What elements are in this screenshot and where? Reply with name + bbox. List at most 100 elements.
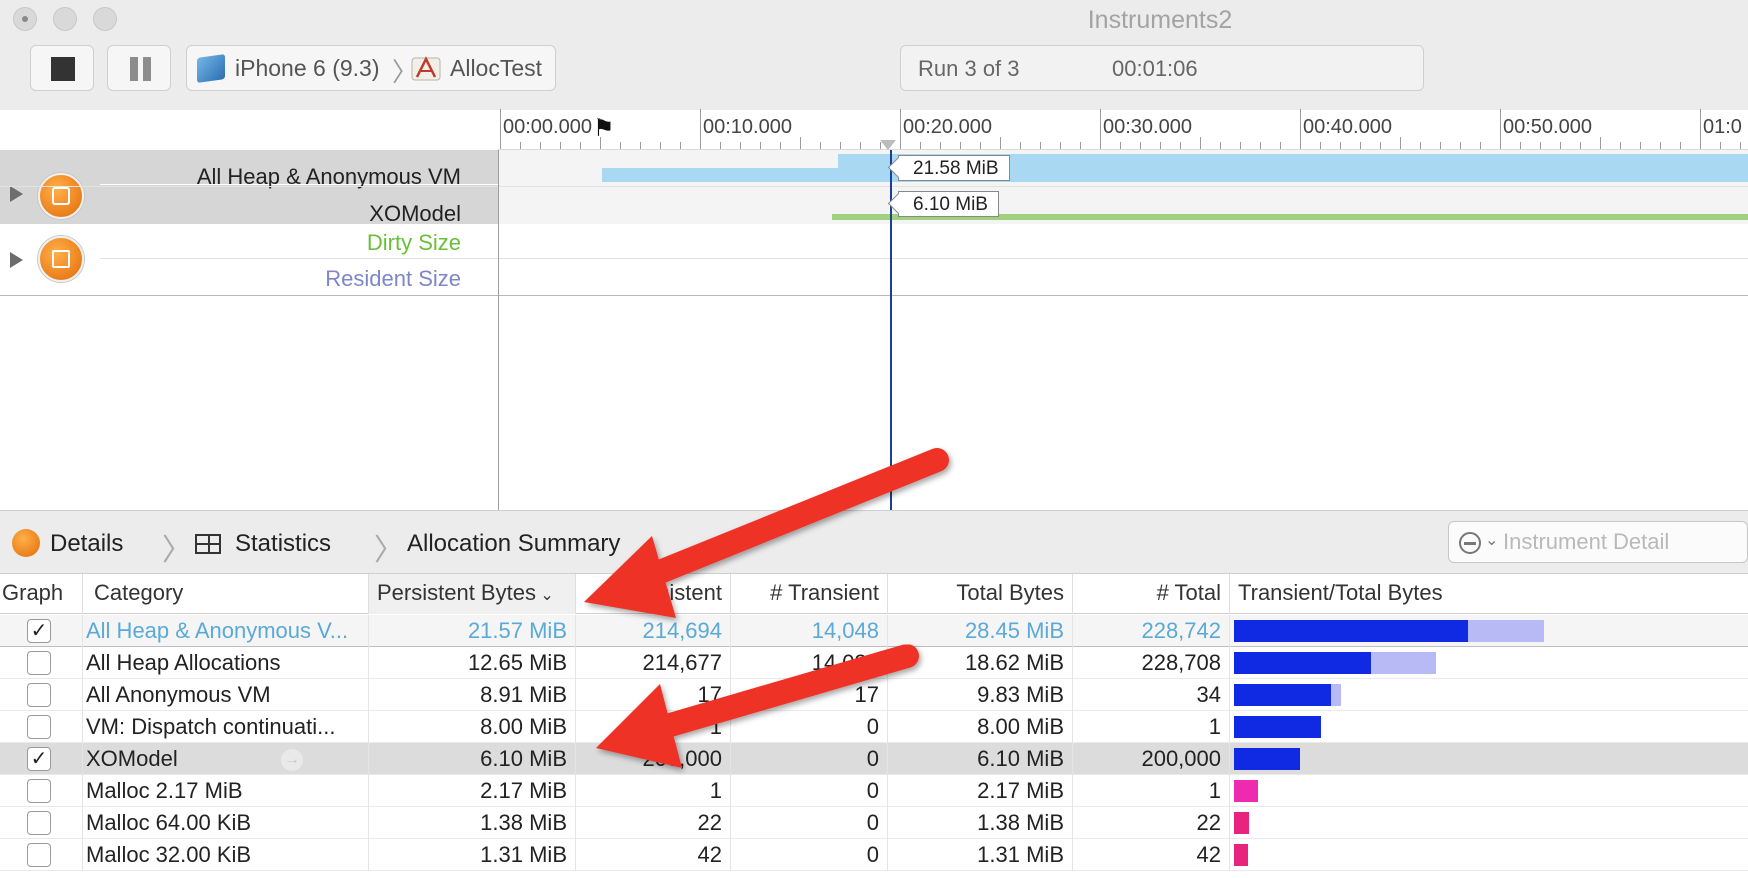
chevron-down-icon[interactable]: ⌄	[1485, 530, 1498, 550]
column-persistent-bytes[interactable]: Persistent Bytes ⌄	[369, 574, 576, 614]
table-row[interactable]: All Heap Allocations 12.65 MiB 214,677 14,0…	[0, 647, 1748, 679]
graph-cell	[0, 647, 83, 679]
ruler-tick	[1160, 142, 1161, 149]
column-graph[interactable]: Graph	[0, 574, 83, 614]
pause-recording-button[interactable]	[107, 45, 171, 91]
track-label-dirty-size: Dirty Size	[366, 230, 461, 255]
column-transient-total-bytes[interactable]: Transient/Total Bytes	[1230, 574, 1748, 614]
ruler-tick-label: 01:0	[1703, 116, 1742, 138]
stop-recording-button[interactable]	[30, 45, 94, 91]
nav-allocation-summary[interactable]: Allocation Summary	[407, 530, 620, 558]
window-title: Instruments2	[1087, 6, 1233, 34]
ruler-tick	[1660, 142, 1661, 149]
details-icon	[12, 529, 40, 557]
instrument-detail-search[interactable]: ⌄	[1448, 521, 1748, 563]
category-cell: Malloc 32.00 KiB	[83, 839, 369, 871]
disclosure-triangle-icon[interactable]	[10, 252, 23, 268]
table-row[interactable]: Malloc 2.17 MiB 2.17 MiB 1 0 2.17 MiB 1	[0, 775, 1748, 807]
graph-checkbox[interactable]	[27, 683, 51, 707]
graph-checkbox[interactable]: ✓	[27, 747, 51, 771]
ruler-tick	[860, 142, 861, 149]
ruler-tick	[1080, 142, 1081, 149]
total-bytes-cell: 28.45 MiB	[888, 615, 1073, 647]
column-category[interactable]: Category	[83, 574, 369, 614]
vm-tracker-instrument-icon	[38, 236, 84, 282]
transient-bytes-bar	[1234, 844, 1248, 866]
total-count-cell: 1	[1073, 775, 1230, 807]
graph-cell	[0, 775, 83, 807]
zoom-window-button[interactable]	[93, 7, 117, 31]
graph-checkbox[interactable]	[27, 779, 51, 803]
category-cell: All Anonymous VM	[83, 679, 369, 711]
column-total-bytes[interactable]: Total Bytes	[888, 574, 1073, 614]
graph-checkbox[interactable]	[27, 811, 51, 835]
table-row[interactable]: ✓ All Heap & Anonymous V... 21.57 MiB 214,6…	[0, 615, 1748, 647]
table-row[interactable]: ✓ XOModel → 6.10 MiB 200,000 0 6.10 MiB 200,000	[0, 743, 1748, 775]
graph-checkbox[interactable]	[27, 715, 51, 739]
category-cell: All Heap Allocations	[83, 647, 369, 679]
column-persistent-count[interactable]: # Persistent	[576, 574, 731, 614]
ruler-tick	[740, 142, 741, 149]
category-label: Malloc 32.00 KiB	[86, 842, 252, 867]
ruler-tick	[900, 109, 901, 149]
transient-bytes-bar	[1234, 716, 1321, 738]
transient-bytes-bar	[1234, 620, 1468, 642]
track-label-resident-size: Resident Size	[325, 266, 461, 291]
column-transient-count[interactable]: # Transient	[731, 574, 888, 614]
category-cell: Malloc 64.00 KiB	[83, 807, 369, 839]
column-total-count[interactable]: # Total	[1073, 574, 1230, 614]
transient-count-cell: 14,031	[731, 647, 888, 679]
run-label: Run 3 of 3	[918, 56, 1020, 81]
close-window-button[interactable]	[13, 7, 37, 31]
ruler-tick	[1240, 142, 1241, 149]
pause-icon	[130, 57, 138, 81]
table-row[interactable]: Malloc 32.00 KiB 1.31 MiB 42 0 1.31 MiB 42	[0, 839, 1748, 871]
filter-scope-icon[interactable]	[1459, 532, 1481, 554]
nav-details[interactable]: Details	[50, 530, 123, 558]
ruler-tick-label: 00:40.000	[1303, 116, 1392, 138]
chevron-right-icon: 〉	[374, 534, 404, 567]
category-label: Malloc 64.00 KiB	[86, 810, 252, 835]
persistent-count-cell: 214,694	[576, 615, 731, 647]
graph-cell	[0, 711, 83, 743]
ruler-tick	[1100, 109, 1101, 149]
timeline-ruler[interactable]: 00:00.000 00:10.000 00:20.000 00:30.000 00:4…	[498, 109, 1748, 150]
persistent-bytes-cell: 8.00 MiB	[369, 711, 576, 743]
category-label: All Heap & Anonymous V...	[86, 618, 349, 643]
disclosure-triangle-icon[interactable]	[10, 186, 23, 202]
persistent-bytes-cell: 21.57 MiB	[369, 615, 576, 647]
ruler-tick	[1300, 109, 1301, 149]
focus-arrow-icon[interactable]: →	[281, 749, 303, 771]
flag-icon[interactable]: ⚑	[593, 114, 615, 143]
graph-checkbox[interactable]	[27, 843, 51, 867]
total-bytes-cell: 1.31 MiB	[888, 839, 1073, 871]
vm-tracker-track[interactable]: Dirty Size Resident Size	[0, 224, 1748, 296]
transient-count-cell: 0	[731, 775, 888, 807]
ruler-tick	[960, 142, 961, 149]
ruler-tick	[940, 142, 941, 149]
table-row[interactable]: All Anonymous VM 8.91 MiB 17 17 9.83 MiB 34	[0, 679, 1748, 711]
transient-count-cell: 0	[731, 711, 888, 743]
graph-checkbox[interactable]	[27, 651, 51, 675]
xomodel-value-flag: 6.10 MiB	[898, 191, 999, 217]
ruler-tick	[1560, 142, 1561, 149]
stop-icon	[51, 57, 75, 81]
graph-cell: ✓	[0, 615, 83, 647]
ruler-tick	[1640, 142, 1641, 149]
instrument-detail-input[interactable]	[1503, 526, 1743, 558]
table-row[interactable]: Malloc 64.00 KiB 1.38 MiB 22 0 1.38 MiB 22	[0, 807, 1748, 839]
ruler-tick	[1580, 142, 1581, 149]
graph-checkbox[interactable]: ✓	[27, 619, 51, 643]
ruler-tick	[1600, 137, 1601, 149]
persistent-bytes-cell: 6.10 MiB	[369, 743, 576, 775]
minimize-window-button[interactable]	[53, 7, 77, 31]
nav-statistics[interactable]: Statistics	[235, 530, 331, 558]
graph-cell	[0, 807, 83, 839]
window-toolbar: Instruments2 iPhone 6 (9.3) 〉 AllocTest …	[0, 0, 1748, 110]
transient-bytes-bar	[1234, 652, 1371, 674]
target-selector[interactable]: iPhone 6 (9.3) 〉 AllocTest	[186, 45, 556, 91]
playhead-marker-icon[interactable]	[880, 140, 896, 150]
ruler-tick	[1040, 142, 1041, 149]
table-row[interactable]: VM: Dispatch continuati... 8.00 MiB 1 0 8.00…	[0, 711, 1748, 743]
run-status[interactable]: Run 3 of 3 00:01:06	[900, 45, 1424, 91]
